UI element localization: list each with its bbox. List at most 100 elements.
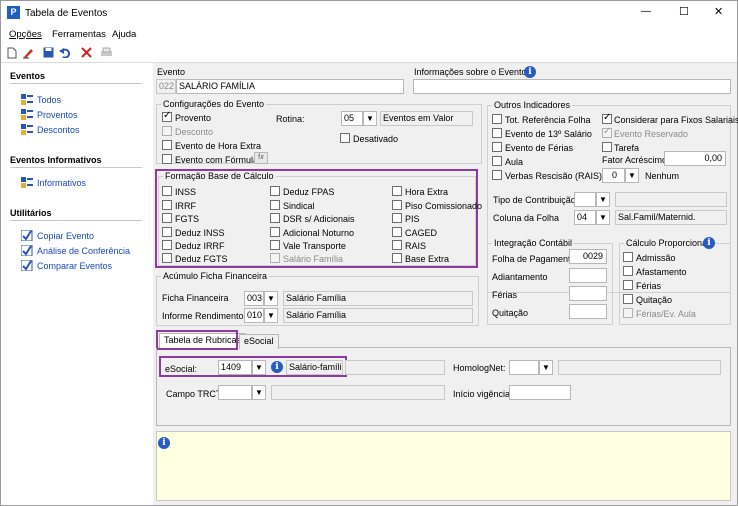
- undo-icon[interactable]: [59, 47, 71, 58]
- informe-code-field[interactable]: 010: [244, 308, 264, 323]
- homolog-dropdown[interactable]: ▼: [539, 360, 553, 375]
- print-icon[interactable]: [100, 47, 113, 58]
- quitacao-calc-checkbox[interactable]: [623, 294, 633, 304]
- rotina-dropdown[interactable]: ▼: [363, 111, 377, 126]
- list-icon: [21, 124, 33, 135]
- informe-label: Informe Rendimentos: [162, 311, 249, 321]
- tarefa-checkbox[interactable]: [602, 142, 612, 152]
- verbas-code-field[interactable]: 0: [602, 168, 625, 183]
- base-dsr-checkbox[interactable]: [270, 213, 280, 223]
- sidebar-item-proventos[interactable]: Proventos: [37, 110, 78, 120]
- homolog-field[interactable]: [509, 360, 539, 375]
- ferias-ind-checkbox[interactable]: [492, 142, 502, 152]
- esocial-code-field[interactable]: 1409: [218, 360, 252, 375]
- rotina-code-field[interactable]: 05: [341, 111, 363, 126]
- tipo-dropdown[interactable]: ▼: [596, 192, 610, 207]
- config-title: Configurações do Evento: [161, 99, 267, 109]
- outros-title: Outros Indicadores: [492, 100, 573, 110]
- notes-info-icon: i: [158, 437, 170, 449]
- new-doc-icon[interactable]: [7, 47, 17, 59]
- base-inss-checkbox[interactable]: [162, 186, 172, 196]
- base-salario-familia-checkbox: [270, 253, 280, 263]
- base-vale-transporte-checkbox[interactable]: [270, 240, 280, 250]
- quitacao-int-field[interactable]: [569, 304, 607, 319]
- coluna-dropdown[interactable]: ▼: [596, 210, 610, 225]
- menu-ajuda[interactable]: Ajuda: [112, 29, 136, 40]
- adiantamento-field[interactable]: [569, 268, 607, 283]
- sidebar-title-informativos: Eventos Informativos: [10, 155, 102, 165]
- base-fgts-checkbox[interactable]: [162, 213, 172, 223]
- base-pis-checkbox[interactable]: [392, 213, 402, 223]
- desativado-checkbox[interactable]: [340, 133, 350, 143]
- esocial-info-icon[interactable]: i: [271, 361, 283, 373]
- sidebar-item-todos[interactable]: Todos: [37, 95, 61, 105]
- maximize-button[interactable]: ☐: [679, 5, 689, 18]
- base-vale-transporte-label: Vale Transporte: [283, 241, 346, 251]
- evento-name-field[interactable]: SALÁRIO FAMÍLIA: [176, 79, 404, 94]
- sidebar-item-informativos[interactable]: Informativos: [37, 178, 86, 188]
- base-deduz-fpas-checkbox[interactable]: [270, 186, 280, 196]
- trct-desc-field: [271, 385, 445, 400]
- folha-field[interactable]: 0029: [569, 249, 607, 264]
- sidebar-item-comparar[interactable]: Comparar Eventos: [37, 261, 112, 271]
- verbas-dropdown[interactable]: ▼: [625, 168, 639, 183]
- provento-checkbox[interactable]: [162, 110, 172, 122]
- sidebar-item-copiar[interactable]: Copiar Evento: [37, 231, 94, 241]
- minimize-button[interactable]: —: [641, 6, 651, 17]
- base-deduz-fgts-checkbox[interactable]: [162, 253, 172, 263]
- trct-field[interactable]: [218, 385, 252, 400]
- formula-button[interactable]: f𝑥: [254, 152, 268, 164]
- base-deduz-inss-checkbox[interactable]: [162, 227, 172, 237]
- considerar-checkbox[interactable]: [602, 112, 612, 124]
- delete-icon[interactable]: [81, 47, 92, 58]
- ficha-code-field[interactable]: 003: [244, 291, 264, 306]
- menu-opcoes[interactable]: Opções: [9, 29, 42, 40]
- formula-checkbox[interactable]: [162, 154, 172, 164]
- ficha-dropdown[interactable]: ▼: [264, 291, 278, 306]
- hora-extra-checkbox[interactable]: [162, 140, 172, 150]
- tipo-field[interactable]: [574, 192, 596, 207]
- window-title: Tabela de Eventos: [25, 8, 108, 19]
- sidebar-item-analise[interactable]: Análise de Conferência: [37, 246, 130, 256]
- tab-esocial[interactable]: eSocial: [239, 334, 279, 349]
- evento-label: Evento: [157, 67, 186, 77]
- info-icon[interactable]: i: [524, 66, 536, 78]
- fator-field[interactable]: 0,00: [664, 151, 726, 166]
- vigencia-field[interactable]: [509, 385, 571, 400]
- afastamento-label: Afastamento: [636, 267, 687, 277]
- base-rais-checkbox[interactable]: [392, 240, 402, 250]
- reservado-label: Evento Reservado: [614, 129, 689, 139]
- informe-dropdown[interactable]: ▼: [264, 308, 278, 323]
- base-caged-checkbox[interactable]: [392, 227, 402, 237]
- sidebar-title-utilitarios: Utilitários: [10, 208, 52, 218]
- base-irrf-checkbox[interactable]: [162, 200, 172, 210]
- info-evento-field[interactable]: [413, 79, 731, 94]
- ferias-int-field[interactable]: [569, 286, 607, 301]
- decimo-checkbox[interactable]: [492, 128, 502, 138]
- base-extra-checkbox[interactable]: [392, 253, 402, 263]
- base-deduz-irrf-checkbox[interactable]: [162, 240, 172, 250]
- ferias-calc-checkbox[interactable]: [623, 280, 633, 290]
- checklist-icon: [21, 260, 33, 271]
- admissao-checkbox[interactable]: [623, 252, 633, 262]
- verbas-checkbox[interactable]: [492, 170, 502, 180]
- tot-ref-checkbox[interactable]: [492, 114, 502, 124]
- base-piso-checkbox[interactable]: [392, 200, 402, 210]
- close-button[interactable]: ✕: [714, 5, 723, 18]
- base-hora-extra-checkbox[interactable]: [392, 186, 402, 196]
- esocial-dropdown[interactable]: ▼: [252, 360, 266, 375]
- save-icon[interactable]: [43, 47, 54, 58]
- base-sindical-checkbox[interactable]: [270, 200, 280, 210]
- aula-checkbox[interactable]: [492, 156, 502, 166]
- edit-icon[interactable]: [22, 47, 34, 59]
- notes-area[interactable]: [156, 431, 731, 501]
- sidebar-item-descontos[interactable]: Descontos: [37, 125, 80, 135]
- trct-dropdown[interactable]: ▼: [252, 385, 266, 400]
- ferias-aula-checkbox: [623, 308, 633, 318]
- rotina-desc-field: Eventos em Valor: [380, 111, 473, 126]
- calculo-info-icon[interactable]: i: [703, 237, 715, 249]
- coluna-code-field[interactable]: 04: [574, 210, 596, 225]
- menu-ferramentas[interactable]: Ferramentas: [52, 29, 106, 40]
- base-adicional-noturno-checkbox[interactable]: [270, 227, 280, 237]
- afastamento-checkbox[interactable]: [623, 266, 633, 276]
